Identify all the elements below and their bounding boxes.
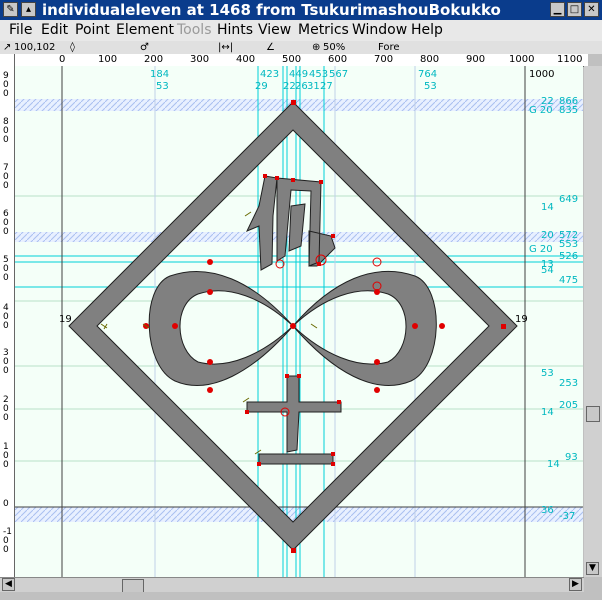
menu-help[interactable]: Help	[411, 22, 443, 39]
vertical-guides	[154, 66, 416, 577]
menu-bar: File Edit Point Element Tools Hints View…	[0, 20, 602, 42]
angle-icon: ∠	[266, 42, 275, 53]
hruler-tick: 500	[282, 54, 302, 65]
metric-width: 29	[255, 81, 268, 92]
left-bearing-label: 19	[59, 314, 72, 325]
vruler-tick: 400	[3, 303, 9, 331]
menu-point[interactable]: Point	[75, 22, 110, 39]
scroll-down-arrow-icon[interactable]: ▼	[586, 562, 599, 575]
hruler-tick: 200	[144, 54, 164, 65]
vruler-tick: 300	[3, 348, 9, 376]
hruler-tick: 800	[420, 54, 440, 65]
menu-view[interactable]: View	[258, 22, 291, 39]
scroll-left-arrow-icon[interactable]: ◀	[2, 578, 15, 591]
metric-x: 449	[289, 69, 309, 80]
metric-x: 184	[150, 69, 170, 80]
metric-width: 53	[156, 81, 169, 92]
menu-element[interactable]: Element	[116, 22, 174, 39]
menu-tools[interactable]: Tools	[177, 22, 212, 39]
metric-x: 567	[329, 69, 349, 80]
pointer-icon: ↗	[3, 42, 12, 53]
vruler-tick: 200	[3, 395, 9, 423]
shade-icon[interactable]: ▴	[21, 2, 36, 17]
cursor-coords: 100,102	[14, 42, 56, 53]
hruler-tick: 1000	[509, 54, 535, 65]
point-icon: ◊	[70, 42, 75, 53]
vruler-tick: 700	[3, 163, 9, 191]
menu-file[interactable]: File	[9, 22, 32, 39]
close-button[interactable]: ✕	[584, 2, 599, 17]
vruler-tick: 800	[3, 117, 9, 145]
window-title: individualeleven at 1468 from Tsukurimas…	[42, 1, 501, 19]
title-bar: ✎ ▴ individualeleven at 1468 from Tsukur…	[0, 0, 602, 20]
glyph-kanji-bottom[interactable]	[246, 375, 342, 465]
metric-width: 22	[283, 81, 296, 92]
minimize-button[interactable]: ▁	[550, 2, 565, 17]
hruler-tick: 600	[328, 54, 348, 65]
vertical-ruler: 900 800 700 600 500 400 300 200 100 0 -1…	[0, 54, 15, 578]
metrics-top-row1: 184 423 449 453 567 764 1000	[15, 69, 583, 81]
metric-x: 453	[309, 69, 329, 80]
window-bottom-border	[0, 592, 584, 600]
glyph-canvas[interactable]: 19 19 184 423 449 453 567 764 1000 53 29…	[15, 66, 583, 577]
hruler-tick: 400	[236, 54, 256, 65]
active-layer: Fore	[378, 42, 400, 53]
vertical-scrollbar[interactable]: ▼	[584, 66, 602, 577]
zoom-icon: ⊕	[312, 42, 321, 53]
vruler-tick: 500	[3, 255, 9, 283]
metric-x: 423	[260, 69, 280, 80]
metric-width: 26	[295, 81, 308, 92]
metric-x: 764	[418, 69, 438, 80]
menu-window[interactable]: Window	[352, 22, 407, 39]
horizontal-scroll-thumb[interactable]	[122, 579, 144, 593]
hruler-tick: 0	[59, 54, 66, 65]
metrics-top-row2: 53 29 22 26 31 27 53	[15, 81, 583, 93]
metrics-right: 22 866 G 20 835 14 649 20 572 G 20 553 5…	[529, 96, 579, 522]
maximize-button[interactable]: □	[567, 2, 582, 17]
vruler-tick: 0	[3, 499, 9, 509]
metric-width: 31	[307, 81, 320, 92]
hruler-tick: 1100	[557, 54, 583, 65]
menu-hints[interactable]: Hints	[217, 22, 253, 39]
vruler-tick: 100	[3, 442, 9, 470]
hruler-tick: 700	[374, 54, 394, 65]
zoom-level: 50%	[323, 42, 346, 53]
metric-width: 53	[424, 81, 437, 92]
selected-point-icon: ♂	[140, 42, 149, 53]
info-bar: ↗ 100,102 ◊ ♂ |↔| ∠ ⊕ 50% Fore	[0, 41, 602, 54]
menu-metrics[interactable]: Metrics	[298, 22, 349, 39]
vruler-tick: -100	[3, 527, 12, 555]
scroll-right-arrow-icon[interactable]: ▶	[569, 578, 582, 591]
hruler-tick: 300	[190, 54, 210, 65]
menu-edit[interactable]: Edit	[41, 22, 68, 39]
vertical-scroll-thumb[interactable]	[586, 406, 600, 422]
hruler-tick: 900	[466, 54, 486, 65]
horizontal-scrollbar[interactable]: ◀ ▶	[0, 577, 584, 593]
hruler-tick: 100	[98, 54, 118, 65]
vruler-tick: 600	[3, 209, 9, 237]
distance-icon: |↔|	[218, 42, 234, 53]
scrollbar-corner	[584, 577, 602, 600]
vruler-tick: 900	[3, 71, 9, 99]
window-menu-icon[interactable]: ✎	[3, 2, 18, 17]
metric-width: 27	[320, 81, 333, 92]
